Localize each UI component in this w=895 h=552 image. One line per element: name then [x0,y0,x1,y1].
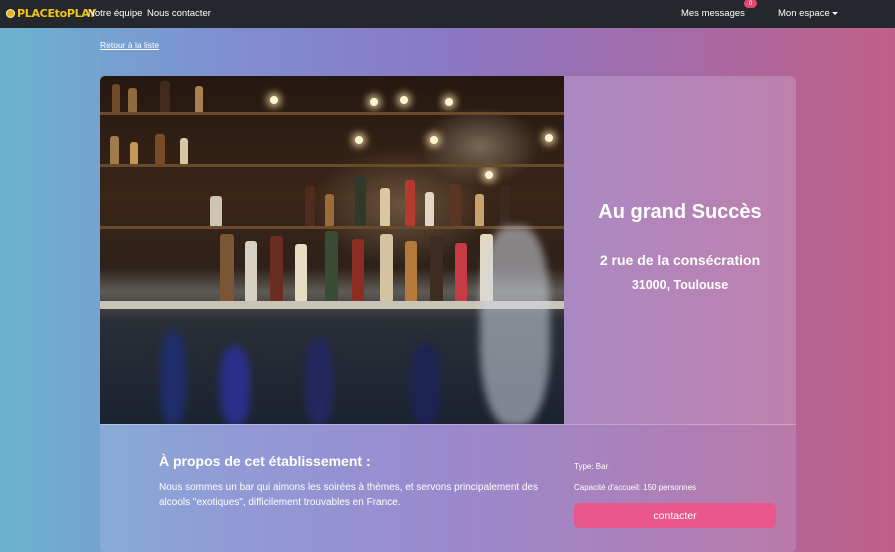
contact-button[interactable]: contacter [574,503,776,528]
venue-name: Au grand Succès [598,201,762,223]
back-to-list-link[interactable]: Retour à la liste [100,40,159,50]
about-description: Nous sommes un bar qui aimons les soirée… [159,482,539,508]
account-dropdown[interactable]: Mon espace [778,8,838,19]
venue-capacity: Capacité d'accueil: 150 personnes [574,483,697,492]
venue-card: Au grand Succès 2 rue de la consécration… [100,76,796,552]
about-section: À propos de cet établissement : Nous som… [100,424,796,552]
venue-type: Type: Bar [574,462,609,471]
top-navbar: PLACEtoPLAY Notre équipe Nous contacter … [0,0,895,28]
logo-icon [6,8,15,18]
about-title: À propos de cet établissement : [159,453,371,469]
venue-info-panel: Au grand Succès 2 rue de la consécration… [564,76,796,424]
venue-city: 31000, Toulouse [631,278,729,292]
account-label: Mon espace [778,8,830,19]
nav-link-contact[interactable]: Nous contacter [147,8,211,19]
caret-down-icon [831,12,838,15]
placetoplay-logo[interactable]: PLACEtoPLAY [6,3,96,23]
venue-street: 2 rue de la consécration [599,252,761,268]
nav-link-team[interactable]: Notre équipe [88,8,142,19]
nav-link-messages[interactable]: Mes messages [681,8,745,19]
messages-label: Mes messages [681,8,745,19]
messages-count-badge: 0 [744,0,757,8]
venue-photo [100,76,564,424]
logo-text: PLACEtoPLAY [17,6,97,20]
